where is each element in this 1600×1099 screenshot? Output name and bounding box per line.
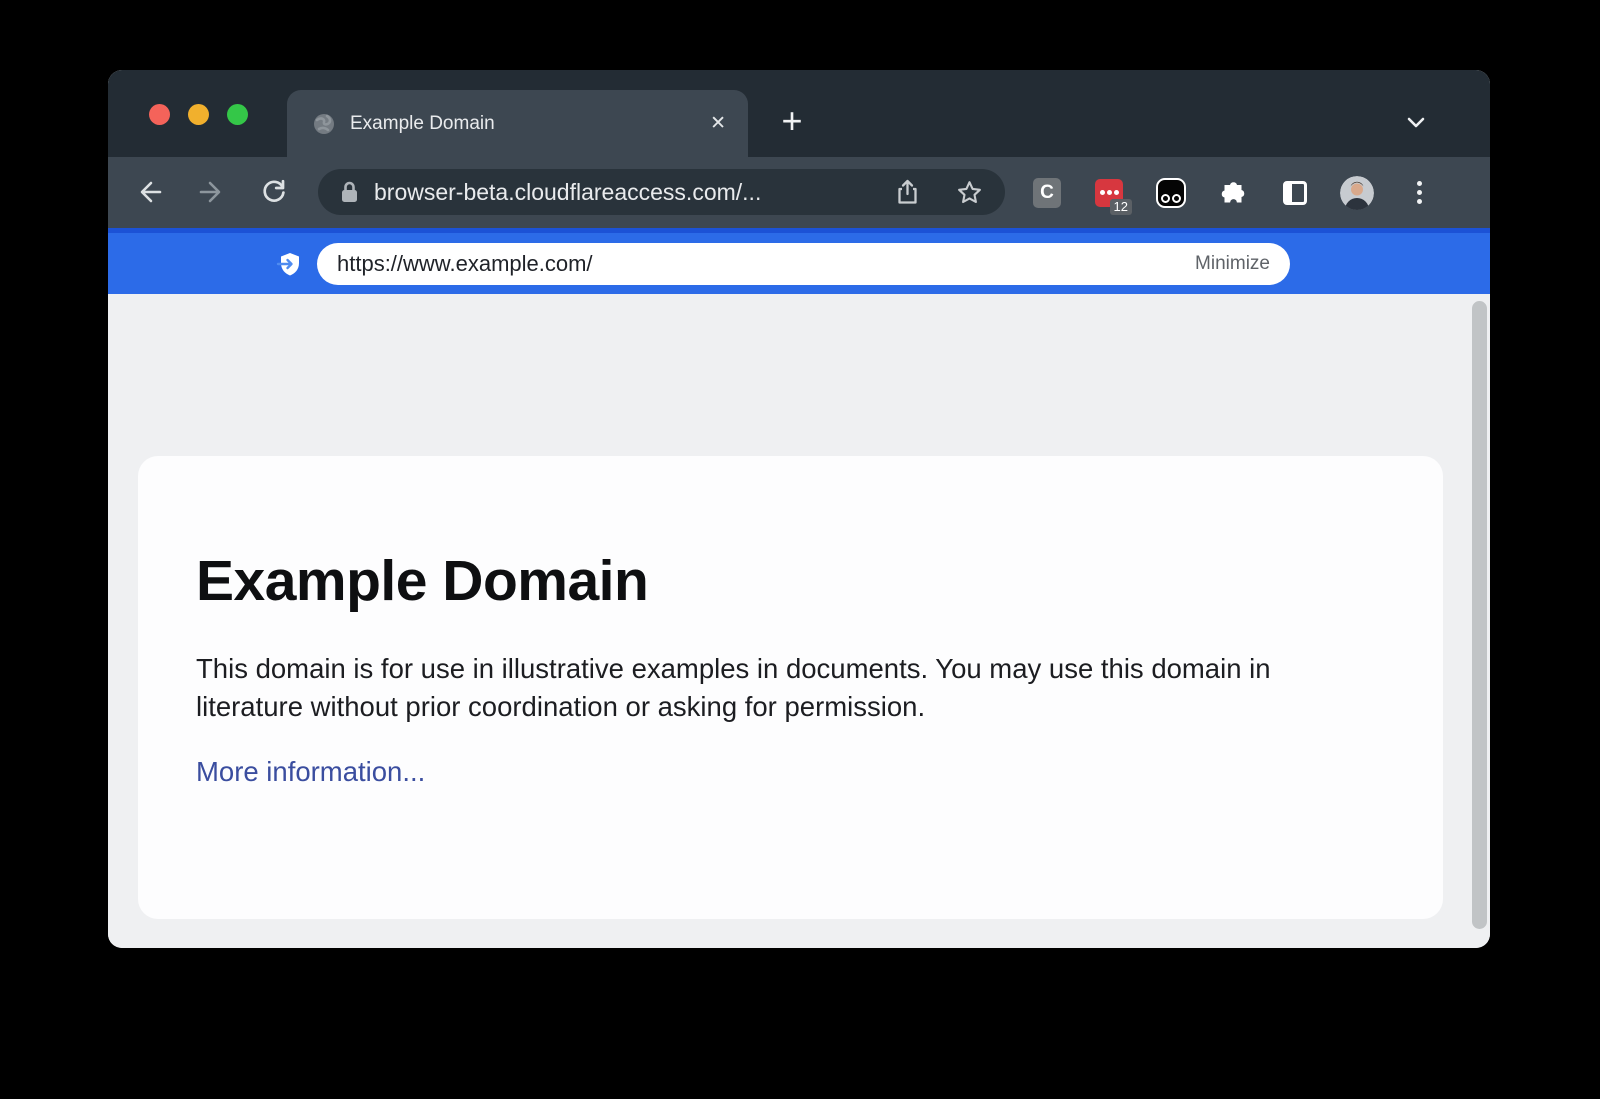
extension-password-manager[interactable]: 12 xyxy=(1092,173,1126,213)
scrollbar-thumb[interactable] xyxy=(1472,301,1487,929)
example-domain-card: Example Domain This domain is for use in… xyxy=(138,456,1443,919)
forward-button[interactable] xyxy=(197,178,225,206)
reload-button[interactable] xyxy=(260,178,288,206)
browser-tab[interactable]: Example Domain ✕ xyxy=(287,90,748,157)
back-button[interactable] xyxy=(136,178,164,206)
address-bar-url: browser-beta.cloudflareaccess.com/... xyxy=(374,179,761,206)
page-paragraph: This domain is for use in illustrative e… xyxy=(196,650,1356,725)
puzzle-icon xyxy=(1220,179,1247,206)
extension-c[interactable]: C xyxy=(1030,173,1064,213)
remote-browser-bar: https://www.example.com/ Minimize xyxy=(108,228,1490,294)
bookmark-star-icon[interactable] xyxy=(956,179,983,206)
tab-close-icon[interactable]: ✕ xyxy=(710,114,726,133)
close-window-button[interactable] xyxy=(149,104,170,125)
side-panel-icon xyxy=(1283,181,1307,205)
toolbar: browser-beta.cloudflareaccess.com/... C … xyxy=(108,157,1490,228)
browser-window: Example Domain ✕ + xyxy=(108,70,1490,948)
tab-title: Example Domain xyxy=(350,113,710,135)
side-panel-button[interactable] xyxy=(1278,173,1312,213)
more-information-link[interactable]: More information... xyxy=(196,756,425,788)
extension-c-icon: C xyxy=(1033,178,1061,208)
extensions-row: C 12 xyxy=(1030,157,1436,228)
kebab-menu-icon xyxy=(1417,181,1422,204)
page-title: Example Domain xyxy=(196,548,1383,614)
tab-favicon-globe-icon xyxy=(313,113,335,135)
lock-icon xyxy=(340,180,359,204)
tab-strip: Example Domain ✕ + xyxy=(108,70,1490,157)
isolated-url-bar[interactable]: https://www.example.com/ Minimize xyxy=(317,243,1290,285)
extension-badge: 12 xyxy=(1110,199,1132,215)
address-bar[interactable]: browser-beta.cloudflareaccess.com/... xyxy=(318,169,1005,215)
zoom-window-button[interactable] xyxy=(227,104,248,125)
new-tab-button[interactable]: + xyxy=(774,104,810,140)
isolated-url: https://www.example.com/ xyxy=(337,251,593,277)
window-controls xyxy=(149,104,248,125)
profile-avatar[interactable] xyxy=(1340,173,1374,213)
avatar-photo xyxy=(1340,176,1374,210)
minimize-bar-button[interactable]: Minimize xyxy=(1195,253,1270,275)
tab-search-chevron-icon[interactable] xyxy=(1404,110,1428,134)
browser-menu-button[interactable] xyxy=(1402,173,1436,213)
two-circles-icon xyxy=(1156,178,1186,208)
page-viewport: Example Domain This domain is for use in… xyxy=(108,294,1490,948)
share-icon[interactable] xyxy=(895,178,920,206)
extensions-menu-button[interactable] xyxy=(1216,173,1250,213)
minimize-window-button[interactable] xyxy=(188,104,209,125)
shield-arrow-icon xyxy=(276,250,304,278)
extension-camera-tool[interactable] xyxy=(1154,173,1188,213)
